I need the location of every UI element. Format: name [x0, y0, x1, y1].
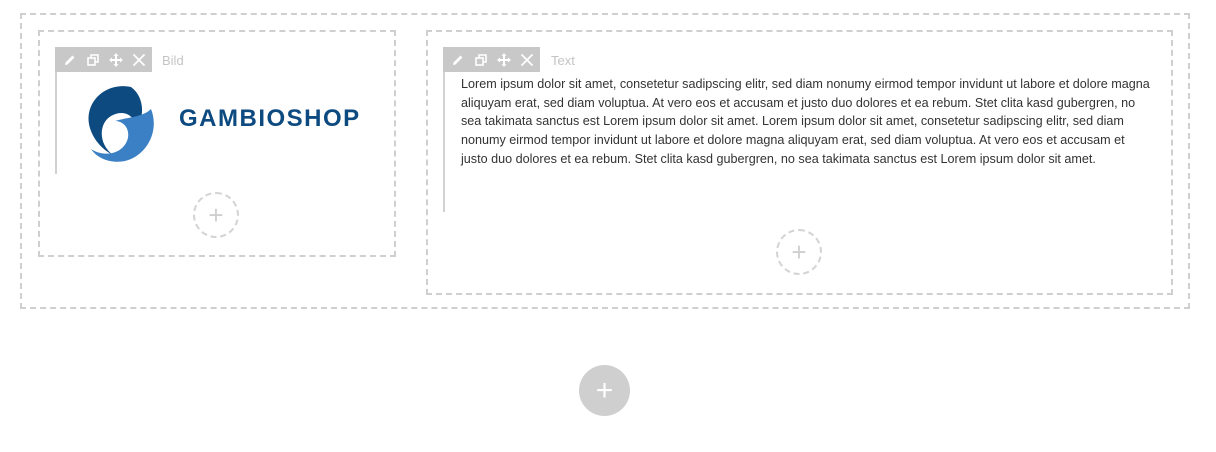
logo-text: GAMBIOSHOP: [179, 105, 361, 132]
edit-icon[interactable]: [447, 47, 470, 72]
add-row-button[interactable]: +: [579, 365, 630, 416]
widget-toolbar: [443, 47, 540, 72]
image-widget[interactable]: Bild GAMBIOSHOP: [55, 47, 377, 174]
move-icon[interactable]: [493, 47, 516, 72]
edit-icon[interactable]: [59, 47, 82, 72]
text-content: Lorem ipsum dolor sit amet, consetetur s…: [461, 77, 1150, 166]
gambio-logo-mark: [88, 86, 154, 162]
column-right: Text Lorem ipsum dolor sit amet, consete…: [426, 30, 1173, 295]
widget-toolbar: [55, 47, 152, 72]
text-widget[interactable]: Text Lorem ipsum dolor sit amet, consete…: [443, 47, 1157, 212]
move-icon[interactable]: [105, 47, 128, 72]
gambio-logo: GAMBIOSHOP: [69, 77, 369, 167]
delete-icon[interactable]: [127, 47, 150, 72]
widget-label: Text: [551, 53, 575, 68]
widget-label: Bild: [162, 53, 184, 68]
delete-icon[interactable]: [515, 47, 538, 72]
add-widget-button[interactable]: +: [193, 192, 239, 238]
content-row: Bild GAMBIOSHOP + Text Lorem ipsum dolor…: [20, 13, 1190, 309]
column-left: Bild GAMBIOSHOP +: [38, 30, 396, 257]
duplicate-icon[interactable]: [82, 47, 105, 72]
add-widget-button[interactable]: +: [776, 229, 822, 275]
duplicate-icon[interactable]: [470, 47, 493, 72]
